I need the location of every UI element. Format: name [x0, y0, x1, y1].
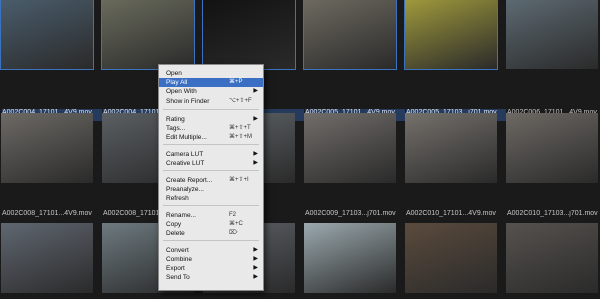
clip-thumbnail[interactable] [202, 0, 296, 70]
clip-filename: A002C009_17103...j701.mov [305, 210, 396, 217]
menu-item-label: Rename... [166, 212, 196, 219]
submenu-arrow-icon: ▶ [253, 274, 258, 280]
menu-item-convert[interactable]: Convert ▶ [159, 246, 263, 255]
submenu-arrow-icon: ▶ [253, 247, 258, 253]
clip-tile[interactable] [0, 112, 96, 188]
menu-separator [163, 144, 259, 145]
menu-item-label: Camera LUT [166, 151, 204, 158]
submenu-arrow-icon: ▶ [253, 160, 258, 166]
menu-separator [163, 205, 259, 206]
submenu-arrow-icon: ▶ [253, 151, 258, 157]
menu-item-send-to[interactable]: Send To ▶ [159, 273, 263, 282]
clip-thumbnail[interactable] [405, 223, 497, 293]
clip-thumbnail[interactable] [304, 223, 396, 293]
menu-item-open[interactable]: Open [159, 69, 263, 78]
menu-item-label: Open With [166, 88, 197, 95]
clip-thumbnail[interactable] [405, 113, 497, 183]
submenu-arrow-icon: ▶ [253, 265, 258, 271]
context-menu: Open Play All ⌘+P Open With ▶ Show in Finder ⌥… [158, 64, 264, 291]
menu-item-play-all[interactable]: Play All ⌘+P [159, 78, 263, 87]
menu-item-shortcut: ⌥+⇧+F [229, 98, 252, 104]
menu-item-label: Create Report... [166, 177, 213, 184]
menu-item-show-in-finder[interactable]: Show in Finder ⌥+⇧+F [159, 97, 263, 106]
clip-tile[interactable] [303, 0, 399, 74]
menu-item-combine[interactable]: Combine ▶ [159, 255, 263, 264]
clip-thumbnail[interactable] [506, 113, 598, 183]
clip-tile[interactable] [303, 112, 399, 188]
menu-separator [163, 170, 259, 171]
menu-item-label: Edit Multiple... [166, 134, 207, 141]
clip-tile[interactable] [505, 112, 600, 188]
clip-thumbnail[interactable] [0, 0, 94, 70]
menu-item-label: Copy [166, 221, 182, 228]
menu-item-tags[interactable]: Tags... ⌘+⇧+T [159, 124, 263, 133]
menu-item-label: Send To [166, 274, 190, 281]
clip-filename: A002C010_17101...4V9.mov [406, 210, 496, 217]
clip-tile[interactable] [404, 112, 500, 188]
clip-tile[interactable] [303, 222, 399, 298]
submenu-arrow-icon: ▶ [253, 116, 258, 122]
clip-tile[interactable] [404, 222, 500, 298]
menu-item-label: Refresh [166, 195, 189, 202]
clip-thumbnail[interactable] [1, 113, 93, 183]
menu-item-shortcut: ⌘+⇧+T [229, 125, 251, 131]
clip-thumbnail[interactable] [1, 223, 93, 293]
menu-item-label: Export [166, 265, 185, 272]
clip-thumbnail[interactable] [303, 0, 397, 70]
menu-item-camera-lut[interactable]: Camera LUT ▶ [159, 150, 263, 159]
submenu-arrow-icon: ▶ [253, 88, 258, 94]
menu-separator [163, 240, 259, 241]
menu-item-label: Rating [166, 116, 185, 123]
menu-item-create-report[interactable]: Create Report... ⌘+⇧+I [159, 176, 263, 185]
menu-item-rename[interactable]: Rename... F2 [159, 211, 263, 220]
menu-item-shortcut: ⌘+⇧+I [229, 177, 249, 183]
clip-thumbnail[interactable] [506, 0, 598, 69]
clip-tile[interactable] [0, 222, 96, 298]
clip-thumbnail[interactable] [304, 113, 396, 183]
clip-thumbnail[interactable] [101, 0, 195, 70]
clip-tile[interactable] [101, 0, 197, 74]
clip-tile[interactable] [202, 0, 298, 74]
menu-item-copy[interactable]: Copy ⌘+C [159, 220, 263, 229]
menu-item-label: Convert [166, 247, 189, 254]
clip-thumbnail[interactable] [506, 223, 598, 293]
menu-item-shortcut: ⌦ [229, 230, 238, 236]
clip-tile[interactable] [505, 0, 600, 74]
menu-item-label: Delete [166, 230, 185, 237]
clip-filename: A002C010_17103...j701.mov [507, 210, 598, 217]
menu-item-label: Show in Finder [166, 98, 210, 105]
menu-item-shortcut: F2 [229, 212, 237, 218]
menu-item-preanalyze[interactable]: Preanalyze... [159, 185, 263, 194]
menu-item-export[interactable]: Export ▶ [159, 264, 263, 273]
menu-item-shortcut: ⌘+P [229, 79, 243, 85]
clip-tile[interactable] [505, 222, 600, 298]
menu-item-shortcut: ⌘+C [229, 221, 243, 227]
menu-item-open-with[interactable]: Open With ▶ [159, 87, 263, 96]
menu-item-label: Combine [166, 256, 193, 263]
menu-item-edit-multiple[interactable]: Edit Multiple... ⌘+⇧+M [159, 133, 263, 142]
menu-item-label: Tags... [166, 125, 186, 132]
menu-item-refresh[interactable]: Refresh [159, 194, 263, 203]
menu-item-label: Open [166, 70, 182, 77]
menu-item-label: Preanalyze... [166, 186, 204, 193]
menu-item-creative-lut[interactable]: Creative LUT ▶ [159, 159, 263, 168]
clip-tile[interactable] [0, 0, 96, 74]
menu-item-rating[interactable]: Rating ▶ [159, 115, 263, 124]
menu-item-delete[interactable]: Delete ⌦ [159, 229, 263, 238]
menu-item-shortcut: ⌘+⇧+M [229, 134, 253, 140]
submenu-arrow-icon: ▶ [253, 256, 258, 262]
clip-grid: A002C004_17101...4V9.movA002C004_17101..… [0, 0, 600, 299]
menu-item-label: Play All [166, 79, 188, 86]
clip-thumbnail[interactable] [404, 0, 498, 70]
clip-tile[interactable] [404, 0, 500, 74]
menu-separator [163, 109, 259, 110]
clip-filename: A002C008_17101...4V9.mov [2, 210, 92, 217]
menu-item-label: Creative LUT [166, 160, 205, 167]
